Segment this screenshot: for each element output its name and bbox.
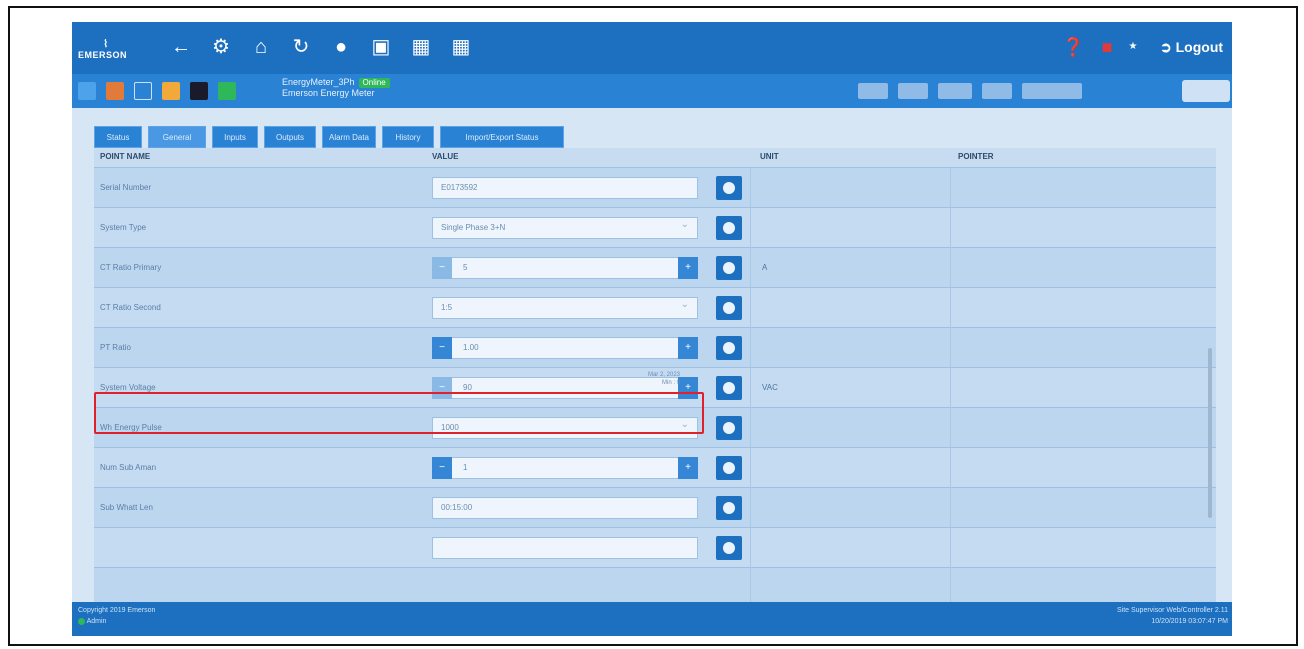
point-name: CT Ratio Primary [100,263,162,272]
point-name: PT Ratio [100,343,131,352]
status-footer: Copyright 2019 Emerson Admin Site Superv… [72,602,1232,636]
system-voltage-meta: Mar 2, 2023 Min : 0 [647,372,680,386]
point-name: Serial Number [100,183,152,192]
column-divider [750,168,751,602]
decrement-button[interactable]: − [432,257,452,279]
point-name: System Voltage [100,383,156,392]
book-icon[interactable]: ▦ [408,34,434,60]
nav-pill-dropdown[interactable] [1022,83,1082,99]
unit-label: A [762,263,768,272]
tab-status[interactable]: Status [94,126,142,148]
increment-button[interactable]: + [678,337,698,359]
tab-import-export-status[interactable]: Import/Export Status [440,126,564,148]
gear-shortcut-icon[interactable] [78,82,96,100]
info-button[interactable] [716,216,742,240]
refresh-icon[interactable]: ↻ [288,34,314,60]
device-title: EnergyMeter_3Ph Online Emerson Energy Met… [282,77,390,98]
tab-history[interactable]: History [382,126,434,148]
points-table: POINT NAME VALUE UNIT POINTER Serial Num… [94,148,1216,602]
device-icon[interactable] [190,82,208,100]
column-divider [950,168,951,602]
emerson-logo: ⌇ EMERSON [78,39,128,61]
value-stepper[interactable]: 1 [432,457,698,479]
scrollbar-thumb[interactable] [1208,348,1212,518]
value-select[interactable]: 1:5 [432,295,698,319]
col-value: VALUE [432,152,459,161]
notification-icon[interactable]: ★ [1122,34,1144,60]
info-icon[interactable]: ● [328,34,354,60]
decrement-button[interactable]: − [432,337,452,359]
point-name: System Type [100,223,147,232]
back-arrow-icon[interactable]: ← [168,34,194,60]
connection-status-icon [78,617,85,625]
increment-button[interactable]: + [678,457,698,479]
help-icon[interactable]: ❓ [1062,34,1084,60]
info-button[interactable] [716,376,742,400]
value-field[interactable] [432,537,698,559]
footer-right: Site Supervisor Web/Controller 2.11 10/2… [1116,607,1228,625]
info-button[interactable] [716,336,742,360]
value-stepper[interactable]: 1.00 [432,337,698,359]
status-badge: Online [358,78,390,88]
value-stepper[interactable]: 5 [432,257,698,279]
location-pin-icon[interactable] [134,82,152,100]
device-bar: EnergyMeter_3Ph Online Emerson Energy Met… [72,74,1232,108]
info-button[interactable] [716,176,742,200]
value-field[interactable]: 00:15:00 [432,497,698,519]
logout-button[interactable]: ➲ Logout [1160,36,1223,58]
nav-pill-1[interactable] [858,83,888,99]
gear-icon[interactable]: ⚙ [208,34,234,60]
home-icon[interactable]: ⌂ [248,34,274,60]
tab-outputs[interactable]: Outputs [264,126,316,148]
table-row: System Type Single Phase 3+N [94,208,1216,248]
info-button[interactable] [716,416,742,440]
app-window: ⌇ EMERSON ← ⚙ ⌂ ↻ ● ▣ ▦ ▦ ❓ ■ ★ ➲ Logout… [72,22,1232,636]
increment-button[interactable]: + [678,257,698,279]
table-row: CT Ratio Second 1:5 [94,288,1216,328]
alarm-bell-icon[interactable]: ■ [1096,34,1118,60]
footer-left: Copyright 2019 Emerson Admin [78,607,156,625]
table-header: POINT NAME VALUE UNIT POINTER [94,148,1216,168]
info-button[interactable] [716,496,742,520]
map-shortcut-icon[interactable] [106,82,124,100]
point-name: Sub Whatt Len [100,503,153,512]
nav-pill-3[interactable] [938,83,972,99]
nav-pill-2[interactable] [898,83,928,99]
table-row: Sub Whatt Len 00:15:00 [94,488,1216,528]
col-pointer: POINTER [958,152,994,161]
value-select[interactable]: Single Phase 3+N [432,215,698,239]
tab-general[interactable]: General [148,126,206,148]
point-name: Num Sub Aman [100,463,157,472]
tab-inputs[interactable]: Inputs [212,126,258,148]
col-unit: UNIT [760,152,779,161]
highlight-box-system-voltage [94,392,704,434]
decrement-button[interactable]: − [432,457,452,479]
info-button[interactable] [716,296,742,320]
document-icon[interactable] [218,82,236,100]
table-row: PT Ratio 1.00 − + [94,328,1216,368]
top-toolbar: ⌇ EMERSON ← ⚙ ⌂ ↻ ● ▣ ▦ ▦ ❓ ■ ★ ➲ Logout [72,22,1232,74]
info-button[interactable] [716,536,742,560]
nav-pill-4[interactable] [982,83,1012,99]
table-row: CT Ratio Primary 5 − + A [94,248,1216,288]
search-input[interactable] [1182,80,1230,102]
filter-icon[interactable] [162,82,180,100]
col-point-name: POINT NAME [100,152,151,161]
grid-icon[interactable]: ▦ [448,34,474,60]
table-row: Serial Number E0173592 [94,168,1216,208]
table-scrollbar[interactable] [1206,168,1216,602]
tab-alarm-data[interactable]: Alarm Data [322,126,376,148]
table-row [94,528,1216,568]
point-name: CT Ratio Second [100,303,161,312]
info-button[interactable] [716,256,742,280]
table-row: Num Sub Aman 1 − + [94,448,1216,488]
info-button[interactable] [716,456,742,480]
value-field[interactable]: E0173592 [432,177,698,199]
unit-label: VAC [762,383,778,392]
calendar-icon[interactable]: ▣ [368,34,394,60]
